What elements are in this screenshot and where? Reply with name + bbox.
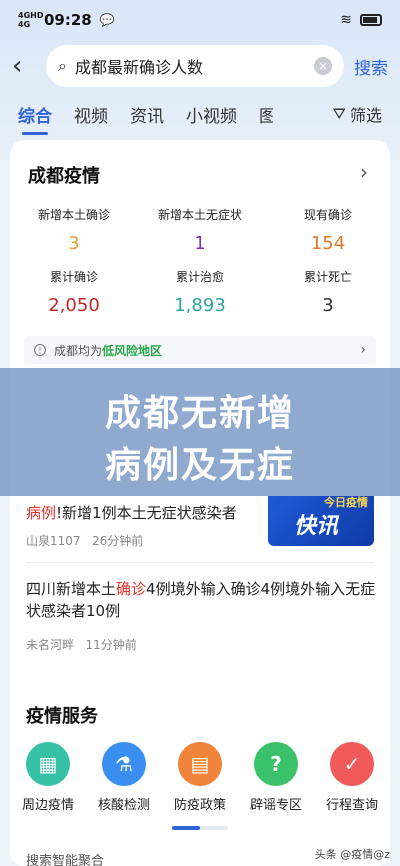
status-bar: 4GHD 4G 09:28 💬 ≋ <box>0 0 400 40</box>
service-policy[interactable]: ▤ 防疫政策 <box>162 742 238 813</box>
stat-new-asymptomatic: 新增本土无症状 1 <box>157 208 242 254</box>
notice-low-risk: 低风险地区 <box>102 343 163 358</box>
watermark: 头条 @疫情@z <box>314 848 390 861</box>
page-indicator <box>172 826 228 830</box>
news-title-1[interactable]: 病例!新增1例本土无症状感染者 <box>26 502 237 523</box>
news-time: 11分钟前 <box>85 638 137 652</box>
back-icon[interactable]: ‹ <box>12 51 42 81</box>
notice-prefix: 成都均为 <box>54 343 103 358</box>
epidemic-title: 成都疫情 <box>28 166 100 187</box>
news-source: 山泉1107 <box>26 534 81 548</box>
news-meta-1: 山泉1107 26分钟前 <box>26 532 143 549</box>
filter-label: 筛选 <box>349 106 382 125</box>
flask-icon: ⚗ <box>102 742 146 786</box>
network-indicator: 4GHD 4G <box>18 11 44 29</box>
news-list: 病例!新增1例本土无症状感染者 山泉1107 26分钟前 今日疫情 快讯 四川新… <box>10 496 390 686</box>
stat-new-confirmed: 新增本土确诊 3 <box>37 208 110 254</box>
news-source: 未名河畔 <box>26 638 75 652</box>
service-nearby[interactable]: ▦ 周边疫情 <box>10 742 86 813</box>
chevron-right-icon[interactable]: › <box>360 160 368 184</box>
filter-button[interactable]: ⛛ 筛选 <box>333 102 382 126</box>
building-icon: ▦ <box>26 742 70 786</box>
search-icon: ⌕ <box>58 56 67 75</box>
stat-total-confirmed: 累计确诊 2,050 <box>48 270 100 316</box>
thumbnail-title: 快讯 <box>294 514 339 539</box>
news-title-2[interactable]: 四川新增本土确诊4例境外输入确诊4例境外输入无症状感染者10例 <box>26 578 376 622</box>
policy-icon: ▤ <box>178 742 222 786</box>
aggregation-label: 搜索智能聚合 <box>26 854 105 866</box>
news-time: 26分钟前 <box>92 534 144 548</box>
stat-total-deaths: 累计死亡 3 <box>303 270 352 316</box>
wifi-icon: ≋ <box>340 12 352 28</box>
caption-line-1: 成都无新增 <box>104 393 295 434</box>
message-bubble-icon: 💬 <box>99 13 115 27</box>
battery-icon <box>360 14 382 26</box>
tab-image[interactable]: 图 <box>259 102 273 127</box>
service-testing[interactable]: ⚗ 核酸检测 <box>86 742 162 813</box>
search-button[interactable]: 搜索 <box>354 54 388 79</box>
clear-icon[interactable]: × <box>314 57 332 75</box>
stat-total-cured: 累计治愈 1,893 <box>174 270 226 316</box>
tab-short-video[interactable]: 小视频 <box>186 102 237 127</box>
risk-notice[interactable]: ! 成都均为 低风险地区 › <box>24 336 376 364</box>
divider <box>26 562 374 563</box>
tab-comprehensive[interactable]: 综合 <box>18 102 52 135</box>
news-meta-2: 未名河畔 11分钟前 <box>26 636 137 653</box>
services-title: 疫情服务 <box>26 706 98 727</box>
info-icon: ! <box>34 344 46 356</box>
filter-icon: ⛛ <box>332 104 346 123</box>
result-tabs: 综合 视频 资讯 小视频 图 ⛛ 筛选 <box>0 96 400 135</box>
chevron-right-icon: › <box>360 342 366 358</box>
caption-line-2: 病例及无症 <box>104 445 295 486</box>
tab-news[interactable]: 资讯 <box>130 102 164 127</box>
search-row: ‹ ⌕ 成都最新确诊人数 × 搜索 <box>0 42 400 90</box>
search-input[interactable]: ⌕ 成都最新确诊人数 × <box>46 45 344 87</box>
tab-video[interactable]: 视频 <box>74 102 108 127</box>
stat-current-confirmed: 现有确诊 154 <box>303 208 352 254</box>
service-rumor[interactable]: ? 辟谣专区 <box>238 742 314 813</box>
news-thumbnail[interactable]: 今日疫情 快讯 <box>268 496 374 546</box>
itinerary-icon: ✓ <box>330 742 374 786</box>
epidemic-services: 疫情服务 ▦ 周边疫情 ⚗ 核酸检测 ▤ 防疫政策 ? 辟谣专区 ✓ 行程查询 … <box>10 686 390 866</box>
service-itinerary[interactable]: ✓ 行程查询 <box>314 742 390 813</box>
caption-overlay: 成都无新增 病例及无症 <box>0 368 400 496</box>
search-query[interactable]: 成都最新确诊人数 <box>75 54 314 78</box>
question-icon: ? <box>254 742 298 786</box>
status-time: 09:28 <box>44 11 92 29</box>
